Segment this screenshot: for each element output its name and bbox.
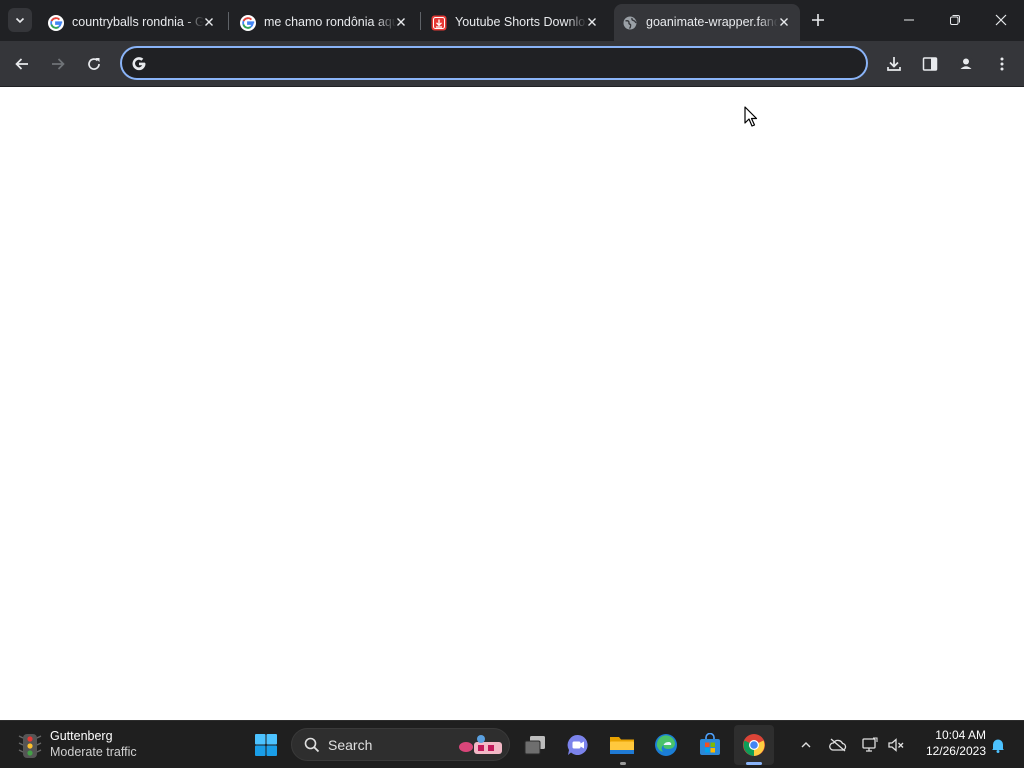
download-app-icon bbox=[431, 15, 447, 31]
speaker-muted-icon bbox=[888, 738, 904, 752]
weather-title: Guttenberg bbox=[50, 729, 113, 743]
tab-countryballs[interactable]: countryballs rondnia - Google Search bbox=[40, 4, 225, 41]
tab-separator bbox=[420, 12, 421, 30]
network-button[interactable] bbox=[857, 733, 881, 757]
side-panel-button[interactable] bbox=[916, 50, 944, 78]
mouse-cursor-icon bbox=[744, 106, 758, 127]
profile-button[interactable] bbox=[952, 50, 980, 78]
microsoft-store-button[interactable] bbox=[690, 725, 730, 765]
folder-icon bbox=[610, 737, 634, 754]
close-window-button[interactable] bbox=[978, 0, 1024, 40]
taskbar-search[interactable]: Search bbox=[291, 728, 510, 761]
search-icon bbox=[304, 737, 320, 753]
google-g-icon bbox=[240, 15, 256, 31]
close-icon bbox=[995, 14, 1007, 26]
minimize-icon bbox=[904, 19, 914, 21]
tab-title: Youtube Shorts Downloader bbox=[455, 15, 587, 29]
tab-goanimate-wrapper[interactable]: goanimate-wrapper.fandom.com bbox=[614, 4, 800, 41]
close-icon[interactable] bbox=[393, 14, 409, 30]
volume-button[interactable] bbox=[884, 733, 908, 757]
tab-title: countryballs rondnia - Google Search bbox=[72, 15, 204, 29]
tab-title: me chamo rondônia aqui - Google Search bbox=[264, 15, 396, 29]
tab-search-button[interactable] bbox=[8, 8, 32, 32]
clock-date: 12/26/2023 bbox=[925, 744, 986, 758]
google-g-icon bbox=[48, 15, 64, 31]
downloads-button[interactable] bbox=[880, 50, 908, 78]
chat-icon bbox=[567, 734, 588, 755]
chrome-icon bbox=[743, 734, 765, 756]
address-input[interactable] bbox=[158, 52, 852, 76]
restore-button[interactable] bbox=[932, 0, 978, 40]
start-button[interactable] bbox=[246, 725, 286, 765]
cloud-offline-icon bbox=[829, 738, 847, 752]
onedrive-button[interactable] bbox=[826, 733, 850, 757]
new-tab-button[interactable] bbox=[806, 8, 830, 32]
show-hidden-icons-button[interactable] bbox=[794, 733, 818, 757]
file-explorer-button[interactable] bbox=[602, 725, 642, 765]
teams-chat-button[interactable] bbox=[558, 725, 598, 765]
close-icon[interactable] bbox=[201, 14, 217, 30]
task-view-icon bbox=[524, 736, 545, 755]
more-vertical-icon bbox=[1000, 57, 1004, 71]
browser-toolbar bbox=[0, 41, 1024, 87]
edge-button[interactable] bbox=[646, 725, 686, 765]
google-g-icon bbox=[132, 57, 146, 71]
search-highlight-icon bbox=[459, 735, 502, 754]
side-panel-icon bbox=[922, 57, 938, 71]
task-view-button[interactable] bbox=[515, 725, 555, 765]
chevron-up-icon bbox=[801, 742, 811, 748]
tab-strip: countryballs rondnia - Google Search me … bbox=[0, 0, 1024, 41]
address-bar[interactable] bbox=[120, 46, 868, 80]
menu-button[interactable] bbox=[988, 50, 1016, 78]
taskbar: Guttenberg Moderate traffic Search 10:04… bbox=[0, 720, 1024, 768]
clock[interactable]: 10:04 AM 12/26/2023 bbox=[914, 727, 986, 759]
traffic-light-icon bbox=[18, 734, 42, 758]
active-app-indicator bbox=[746, 762, 762, 765]
plus-icon bbox=[812, 14, 824, 26]
notifications-button[interactable] bbox=[986, 733, 1010, 757]
back-button[interactable] bbox=[8, 50, 36, 78]
store-icon bbox=[700, 733, 720, 755]
windows-logo-icon bbox=[255, 734, 277, 756]
restore-icon bbox=[950, 15, 960, 25]
bell-icon bbox=[992, 739, 1004, 753]
tab-youtube-shorts-downloader[interactable]: Youtube Shorts Downloader bbox=[423, 4, 608, 41]
user-icon bbox=[958, 56, 974, 72]
reload-button[interactable] bbox=[80, 50, 108, 78]
page-content[interactable] bbox=[0, 87, 1024, 720]
arrow-right-icon bbox=[52, 58, 65, 70]
close-icon[interactable] bbox=[776, 14, 792, 30]
globe-icon bbox=[623, 16, 637, 30]
chevron-down-icon bbox=[15, 17, 25, 24]
forward-button[interactable] bbox=[44, 50, 72, 78]
tab-me-chamo-rondonia[interactable]: me chamo rondônia aqui - Google Search bbox=[232, 4, 417, 41]
close-icon[interactable] bbox=[584, 14, 600, 30]
tab-title: goanimate-wrapper.fandom.com bbox=[646, 15, 778, 29]
minimize-button[interactable] bbox=[886, 0, 932, 40]
arrow-left-icon bbox=[15, 58, 28, 70]
clock-time: 10:04 AM bbox=[935, 728, 986, 742]
edge-icon bbox=[655, 734, 677, 756]
chrome-button[interactable] bbox=[734, 725, 774, 765]
download-icon bbox=[887, 57, 901, 71]
reload-icon bbox=[88, 58, 100, 70]
weather-subtitle: Moderate traffic bbox=[50, 745, 137, 759]
tab-separator bbox=[228, 12, 229, 30]
search-label: Search bbox=[328, 737, 373, 753]
running-indicator bbox=[620, 762, 626, 765]
network-icon bbox=[862, 737, 878, 752]
